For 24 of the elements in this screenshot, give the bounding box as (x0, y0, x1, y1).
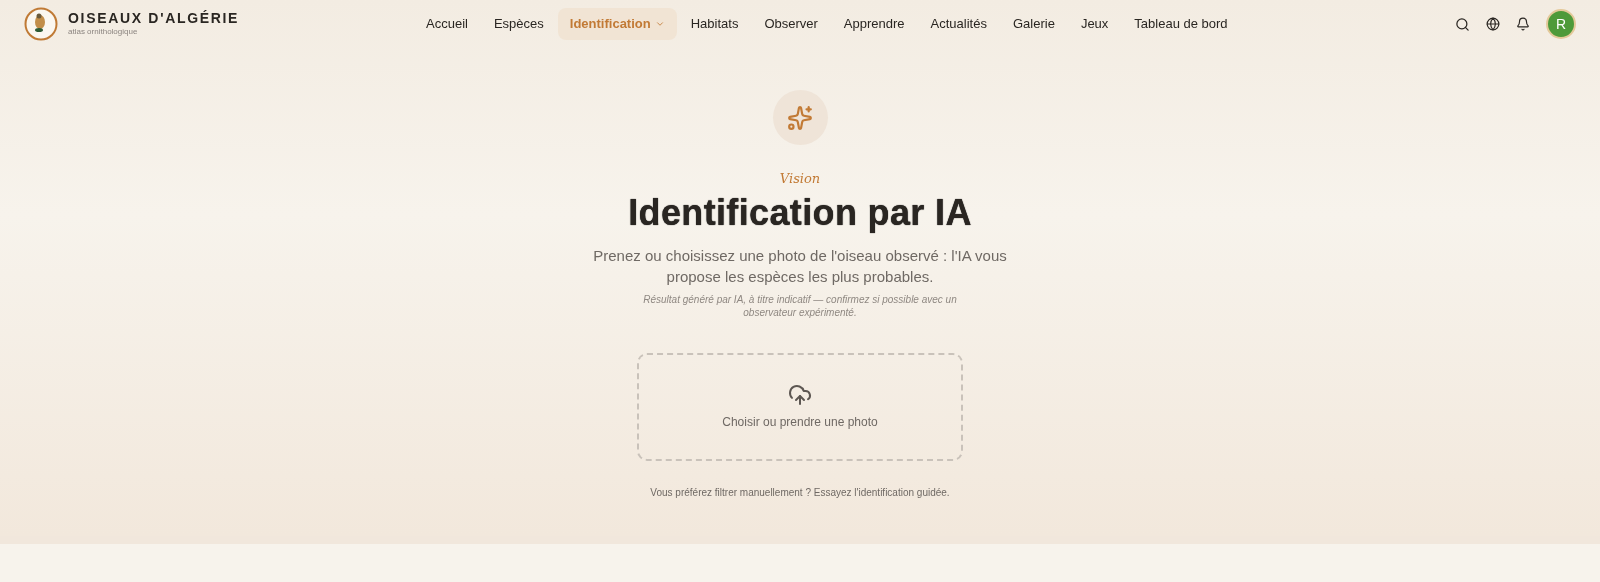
brand-title: OISEAUX D'ALGÉRIE (68, 10, 240, 26)
lead-text: Prenez ou choisissez une photo de l'oiseau observé : l'IA vous propose les espèces les plus probables. (592, 245, 1008, 287)
avatar[interactable]: R (1546, 9, 1576, 39)
page-title: Identification par IA (628, 190, 972, 235)
logo-icon[interactable] (24, 7, 58, 41)
sparkles-icon (787, 104, 813, 131)
cloud-upload-icon (788, 382, 812, 407)
nav-link[interactable]: Espèces (481, 8, 556, 40)
nav-link[interactable]: Observer (752, 8, 830, 40)
search-icon[interactable] (1455, 16, 1470, 32)
nav-link[interactable]: Jeux (1068, 8, 1121, 40)
nav-link[interactable]: Accueil (414, 8, 480, 40)
eyebrow: Vision (779, 170, 821, 188)
nav-link[interactable]: Actualités (918, 8, 999, 40)
bell-icon[interactable] (1516, 17, 1530, 31)
nav-link[interactable]: Tableau de bord (1122, 8, 1240, 40)
nav-link[interactable]: Habitats (678, 8, 751, 40)
disclaimer: Résultat généré par IA, à titre indicatif — confirmez si possible avec un observateur expérimenté. (642, 292, 958, 319)
upload-dropzone[interactable]: Choisir ou prendre une photo (637, 352, 963, 461)
guided-hint: Vous préférez filtrer manuellement ? Essayez l'identification guidée. (650, 485, 950, 500)
nav-link[interactable]: Galerie (1000, 8, 1067, 40)
brand-subtitle: atlas ornithologique (68, 26, 139, 38)
globe-icon[interactable] (1486, 17, 1500, 31)
nav-link[interactable]: Apprendre (831, 8, 917, 40)
